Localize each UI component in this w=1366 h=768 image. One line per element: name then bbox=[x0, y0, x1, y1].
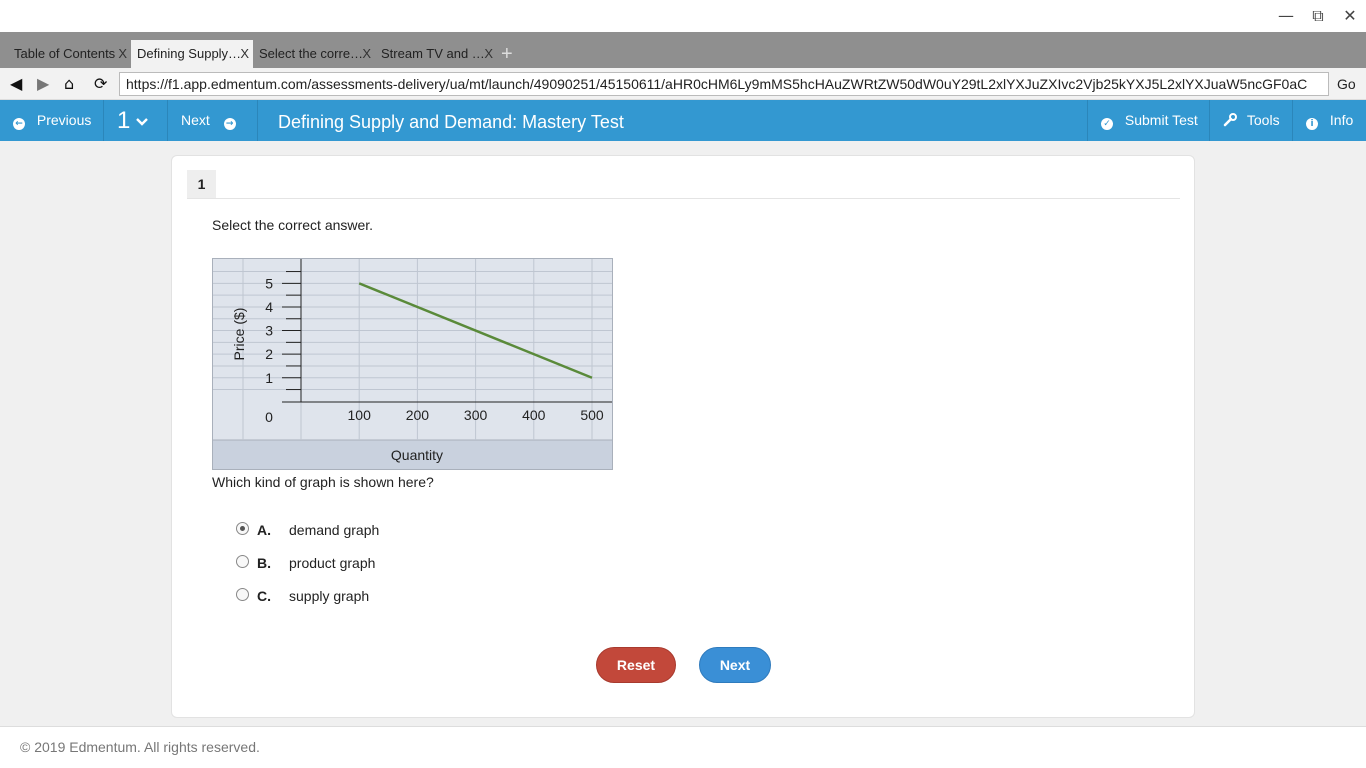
header-next-button[interactable]: Next → bbox=[168, 100, 258, 141]
reset-button[interactable]: Reset bbox=[596, 647, 676, 683]
tab-label: Stream TV and … bbox=[381, 46, 485, 61]
question-number: 1 bbox=[187, 170, 216, 198]
y-tick-label: 1 bbox=[265, 370, 273, 386]
tab-close-icon[interactable]: X bbox=[118, 40, 127, 68]
restore-icon[interactable]: ⧉ bbox=[1307, 6, 1329, 26]
option-letter: A. bbox=[257, 522, 271, 538]
tab-defining-supply[interactable]: Defining Supply… X bbox=[131, 40, 253, 68]
home-icon[interactable]: ⌂ bbox=[64, 73, 74, 95]
x-tick-label: 300 bbox=[464, 407, 488, 423]
tab-close-icon[interactable]: X bbox=[240, 40, 249, 68]
previous-button[interactable]: ← Previous bbox=[0, 100, 104, 141]
graph-image: 1 2 3 4 5 100 200 300 400 500 0 Quantity Price ($) bbox=[212, 258, 613, 470]
assessment-header: ← Previous 1 Next → Defining Supply and … bbox=[0, 100, 1366, 141]
page-title: Defining Supply and Demand: Mastery Test bbox=[278, 112, 624, 132]
y-tick-label: 2 bbox=[265, 346, 273, 362]
address-bar: ◀ ▶ ⌂ ⟳ https://f1.app.edmentum.com/asse… bbox=[0, 68, 1366, 100]
info-circle-icon: i bbox=[1306, 118, 1318, 130]
next-label: Next bbox=[181, 112, 210, 128]
minimize-icon[interactable]: — bbox=[1275, 6, 1297, 26]
y-axis-label: Price ($) bbox=[231, 308, 247, 361]
copyright-text: © 2019 Edmentum. All rights reserved. bbox=[20, 739, 260, 755]
question-text: Which kind of graph is shown here? bbox=[212, 474, 434, 490]
submit-test-label: Submit Test bbox=[1124, 112, 1198, 128]
x-tick-label: 500 bbox=[580, 407, 604, 423]
wrench-icon bbox=[1223, 113, 1237, 127]
x-axis-label: Quantity bbox=[391, 447, 443, 463]
option-text: supply graph bbox=[289, 588, 370, 604]
info-button[interactable]: i Info bbox=[1293, 100, 1366, 141]
tab-table-of-contents[interactable]: Table of Contents X bbox=[8, 40, 131, 68]
x-tick-label: 400 bbox=[522, 407, 546, 423]
chevron-down-icon bbox=[136, 118, 149, 126]
price-quantity-chart: 1 2 3 4 5 100 200 300 400 500 0 Quantity Price ($) bbox=[212, 258, 613, 470]
option-b-radio[interactable] bbox=[236, 555, 249, 568]
option-a-radio[interactable] bbox=[236, 522, 249, 535]
content-area: 1 Select the correct answer. 1 2 3 4 5 100 200… bbox=[0, 141, 1366, 726]
option-text: product graph bbox=[289, 555, 376, 571]
tab-label: Defining Supply… bbox=[137, 46, 242, 61]
reload-icon[interactable]: ⟳ bbox=[94, 73, 107, 95]
tools-button[interactable]: Tools bbox=[1210, 100, 1293, 141]
question-card: 1 Select the correct answer. 1 2 3 4 5 100 200… bbox=[171, 155, 1195, 718]
arrow-left-circle-icon: ← bbox=[13, 118, 25, 130]
option-c-radio[interactable] bbox=[236, 588, 249, 601]
forward-icon[interactable]: ▶ bbox=[37, 73, 49, 95]
arrow-right-circle-icon: → bbox=[223, 118, 236, 130]
window-titlebar: — ⧉ ✕ bbox=[0, 0, 1366, 32]
x-tick-label: 100 bbox=[348, 407, 372, 423]
close-window-icon[interactable]: ✕ bbox=[1339, 6, 1361, 26]
question-prompt: Select the correct answer. bbox=[212, 217, 374, 233]
tab-close-icon[interactable]: X bbox=[362, 40, 371, 68]
tools-label: Tools bbox=[1246, 112, 1280, 128]
submit-test-button[interactable]: ✓ Submit Test bbox=[1087, 100, 1210, 141]
tab-stream-tv[interactable]: Stream TV and … X bbox=[375, 40, 497, 68]
info-label: Info bbox=[1329, 112, 1354, 128]
tab-close-icon[interactable]: X bbox=[484, 40, 493, 68]
new-tab-icon[interactable]: + bbox=[501, 44, 513, 64]
option-letter: B. bbox=[257, 555, 271, 571]
x-tick-label: 200 bbox=[406, 407, 430, 423]
browser-tab-strip: Table of Contents X Defining Supply… X S… bbox=[0, 32, 1366, 68]
option-letter: C. bbox=[257, 588, 271, 604]
tab-select-the-correct[interactable]: Select the corre… X bbox=[253, 40, 375, 68]
question-selector-value: 1 bbox=[117, 107, 131, 134]
footer: © 2019 Edmentum. All rights reserved. bbox=[0, 726, 1366, 768]
tab-label: Select the corre… bbox=[259, 46, 364, 61]
y-tick-label: 4 bbox=[265, 299, 273, 315]
y-tick-label: 5 bbox=[265, 275, 273, 291]
previous-label: Previous bbox=[36, 112, 92, 128]
url-input[interactable]: https://f1.app.edmentum.com/assessments-… bbox=[119, 72, 1329, 96]
next-button[interactable]: Next bbox=[699, 647, 771, 683]
divider bbox=[187, 198, 1180, 199]
origin-label: 0 bbox=[265, 409, 273, 425]
option-text: demand graph bbox=[289, 522, 380, 538]
go-button[interactable]: Go bbox=[1337, 76, 1356, 92]
tab-label: Table of Contents bbox=[14, 46, 116, 61]
question-selector-dropdown[interactable]: 1 bbox=[104, 100, 168, 141]
check-circle-icon: ✓ bbox=[1101, 118, 1113, 130]
back-icon[interactable]: ◀ bbox=[10, 73, 22, 95]
y-tick-label: 3 bbox=[265, 323, 273, 339]
